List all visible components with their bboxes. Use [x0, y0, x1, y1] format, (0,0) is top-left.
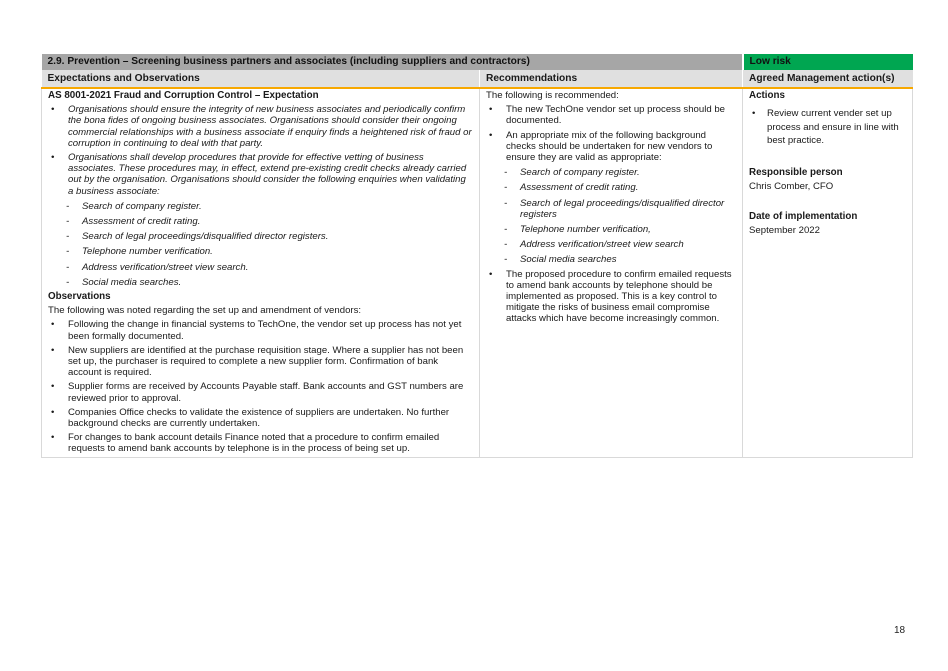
recommendation-item: The new TechOne vendor set up process sh… — [486, 104, 736, 126]
observation-list: Following the change in financial system… — [48, 319, 473, 454]
expectation-bullet-text: Organisations shall develop procedures t… — [68, 152, 467, 197]
implementation-date-value: September 2022 — [749, 225, 820, 237]
observation-item: Companies Office checks to validate the … — [48, 407, 473, 429]
expectation-bullet: Organisations should ensure the integrit… — [48, 104, 473, 149]
finding-title: 2.9. Prevention – Screening business par… — [41, 54, 743, 70]
risk-rating-badge: Low risk — [741, 54, 913, 70]
actions-heading: Actions — [749, 90, 785, 101]
responsible-person-heading: Responsible person — [749, 166, 843, 178]
finding-table: 2.9. Prevention – Screening business par… — [41, 54, 914, 458]
background-check-list: Search of company register. Assessment o… — [486, 167, 736, 266]
finding-title-row: 2.9. Prevention – Screening business par… — [41, 54, 913, 70]
column-header-management: Agreed Management action(s) — [742, 70, 913, 89]
recommendation-item: An appropriate mix of the following back… — [486, 130, 736, 266]
recommendation-list: The new TechOne vendor set up process sh… — [486, 104, 736, 324]
column-header-recommendations: Recommendations — [478, 70, 743, 89]
management-cell: Actions Review current vender set up pro… — [742, 88, 914, 458]
observation-item: Following the change in financial system… — [48, 319, 473, 341]
recommendations-intro: The following is recommended: — [486, 90, 619, 101]
background-check-item: Social media searches — [486, 254, 736, 265]
column-header-expectations: Expectations and Observations — [41, 70, 480, 89]
observations-intro: The following was noted regarding the se… — [48, 305, 362, 317]
background-check-item: Search of legal proceedings/disqualified… — [486, 198, 736, 220]
recommendation-item-text: An appropriate mix of the following back… — [506, 129, 713, 164]
action-item: Review current vender set up process and… — [749, 107, 906, 148]
background-check-item: Search of company register. — [486, 167, 736, 178]
page-number: 18 — [894, 625, 906, 636]
expectation-bullet: Organisations shall develop procedures t… — [48, 152, 473, 288]
enquiry-item: Social media searches. — [48, 277, 473, 288]
enquiry-item: Telephone number verification. — [48, 246, 473, 257]
recommendation-item: The proposed procedure to confirm emaile… — [486, 269, 736, 325]
observations-heading: Observations — [48, 291, 111, 303]
finding-body-row: AS 8001-2021 Fraud and Corruption Contro… — [41, 88, 914, 458]
observation-item: Supplier forms are received by Accounts … — [48, 381, 473, 403]
expectations-cell: AS 8001-2021 Fraud and Corruption Contro… — [41, 88, 480, 458]
enquiry-list: Search of company register. Assessment o… — [48, 201, 473, 288]
observation-item: New suppliers are identified at the purc… — [48, 345, 473, 379]
enquiry-item: Search of legal proceedings/disqualified… — [48, 231, 473, 242]
expectation-list: Organisations should ensure the integrit… — [48, 104, 473, 288]
enquiry-item: Search of company register. — [48, 201, 473, 212]
column-header-row: Expectations and Observations Recommenda… — [41, 70, 913, 89]
responsible-person-value: Chris Comber, CFO — [749, 180, 834, 192]
action-list: Review current vender set up process and… — [749, 107, 906, 148]
background-check-item: Address verification/street view search — [486, 239, 736, 250]
enquiry-item: Address verification/street view search. — [48, 262, 473, 273]
observation-item: For changes to bank account details Fina… — [48, 432, 473, 454]
background-check-item: Assessment of credit rating. — [486, 182, 736, 193]
background-check-item: Telephone number verification, — [486, 224, 736, 235]
expectation-heading: AS 8001-2021 Fraud and Corruption Contro… — [48, 90, 319, 101]
enquiry-item: Assessment of credit rating. — [48, 216, 473, 227]
recommendations-cell: The following is recommended: The new Te… — [478, 88, 743, 458]
implementation-date-heading: Date of implementation — [749, 211, 858, 223]
